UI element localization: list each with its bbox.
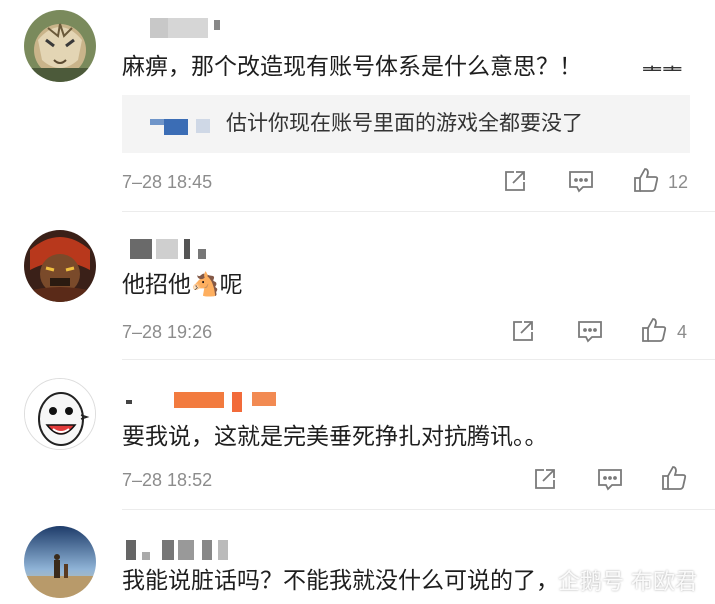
comment-text: 要我说，这就是完美垂死挣扎对抗腾讯。。 (122, 424, 548, 450)
reply-text: 估计你现在账号里面的游戏全都要没了 (226, 111, 583, 135)
comment-text: 我能说脏话吗？不能我就没什么可说的了， (122, 568, 559, 594)
avatar[interactable] (24, 230, 96, 302)
comment-icon[interactable] (596, 466, 624, 494)
watermark: 企鹅号 布欧君 (558, 570, 697, 595)
timestamp: 7–28 18:52 (122, 470, 213, 490)
like-count: 4 (677, 322, 688, 342)
timestamp: 7–28 18:45 (122, 172, 213, 192)
share-icon[interactable] (532, 466, 560, 494)
comment-text: 他招他🐴呢 (122, 272, 243, 298)
reply-username-blurred[interactable] (150, 119, 212, 135)
comment-icon[interactable] (576, 318, 604, 346)
plus-sign-icon: ᆂᆂ (642, 57, 683, 82)
like-icon[interactable] (632, 166, 660, 194)
username-blurred[interactable] (122, 540, 252, 560)
avatar[interactable] (24, 378, 96, 450)
share-icon[interactable] (502, 168, 530, 196)
like-icon[interactable] (660, 464, 688, 492)
comment-text: 麻痹，那个改造现有账号体系是什么意思？！ (122, 54, 582, 80)
comment-icon[interactable] (567, 168, 595, 196)
comment-item: 要我说，这就是完美垂死挣扎对抗腾讯。。 7–28 18:52 (0, 360, 715, 510)
avatar[interactable] (24, 526, 96, 598)
like-count: 12 (668, 172, 689, 192)
comment-item: 他招他🐴呢 7–28 19:26 4 (0, 212, 715, 360)
reply-box[interactable]: 估计你现在账号里面的游戏全都要没了 (122, 95, 690, 153)
username-blurred[interactable] (122, 392, 282, 412)
like-icon[interactable] (640, 316, 668, 344)
username-blurred[interactable] (122, 239, 232, 259)
comment-item: 麻痹，那个改造现有账号体系是什么意思？！ ᆂᆂ 估计你现在账号里面的游戏全都要没… (0, 0, 715, 212)
username-blurred[interactable] (122, 18, 232, 38)
timestamp: 7–28 19:26 (122, 322, 213, 342)
avatar[interactable] (24, 10, 96, 82)
share-icon[interactable] (510, 318, 538, 346)
